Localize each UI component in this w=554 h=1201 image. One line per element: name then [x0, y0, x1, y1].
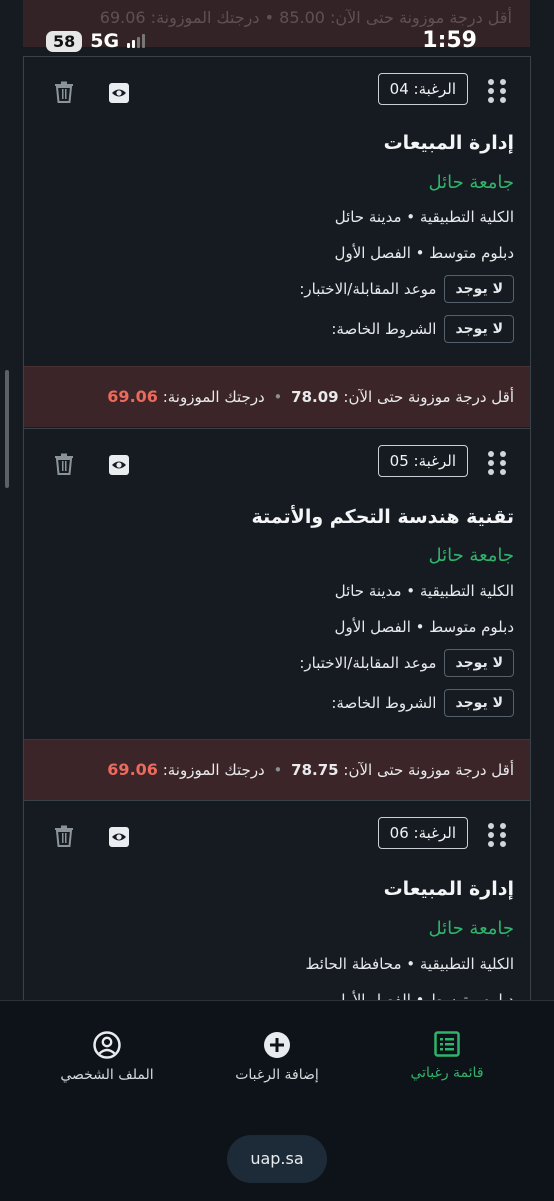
interview-field: موعد المقابلة/الاختبار: لا يوجد [299, 275, 514, 303]
nav-my-preferences[interactable]: قائمة رغباتي [367, 1031, 527, 1081]
preference-card: الرغبة: 04 إدارة المبيعات جامعة حائل الك… [23, 56, 531, 430]
drag-handle-icon[interactable] [488, 823, 506, 847]
interview-label: موعد المقابلة/الاختبار: [299, 280, 437, 298]
network-type: 5G [90, 30, 120, 52]
nav-profile[interactable]: الملف الشخصي [27, 1031, 187, 1083]
conditions-label: الشروط الخاصة: [331, 320, 437, 338]
conditions-field: الشروط الخاصة: لا يوجد [331, 315, 514, 343]
interview-value: لا يوجد [444, 649, 514, 677]
your-score-label: درجتك الموزونة: [162, 761, 265, 779]
degree-semester: دبلوم متوسط • الفصل الأول [334, 618, 514, 636]
degree-semester: دبلوم متوسط • الفصل الأول [334, 244, 514, 262]
battery-indicator: 58 [46, 30, 83, 52]
delete-icon[interactable] [54, 825, 74, 847]
view-icon[interactable] [108, 454, 130, 476]
university-name: جامعة حائل [428, 172, 514, 193]
program-title: إدارة المبيعات [383, 878, 514, 900]
college-location: الكلية التطبيقية • مدينة حائل [334, 208, 514, 226]
min-score-value: 78.09 [291, 388, 339, 406]
drag-handle-icon[interactable] [488, 451, 506, 475]
nav-label: قائمة رغباتي [410, 1065, 484, 1081]
delete-icon[interactable] [54, 453, 74, 475]
view-icon[interactable] [108, 826, 130, 848]
preference-number: الرغبة: 05 [377, 445, 468, 477]
preference-number: الرغبة: 06 [377, 817, 468, 849]
your-score-value: 69.06 [107, 760, 158, 779]
score-bar: أقل درجة موزونة حتى الآن: 78.75 • درجتك … [24, 739, 530, 800]
min-score-label: أقل درجة موزونة حتى الآن: [343, 761, 514, 779]
score-text: أقل درجة موزونة حتى الآن: 78.09 • درجتك … [107, 387, 514, 406]
min-score-value: 78.75 [291, 761, 339, 779]
signal-icon [127, 34, 146, 48]
preference-card: الرغبة: 05 تقنية هندسة التحكم والأتمتة ج… [23, 428, 531, 802]
program-title: إدارة المبيعات [383, 132, 514, 154]
college-location: الكلية التطبيقية • محافظة الحائط [305, 955, 514, 973]
college-location: الكلية التطبيقية • مدينة حائل [334, 582, 514, 600]
user-circle-icon [27, 1031, 187, 1059]
score-bar: أقل درجة موزونة حتى الآن: 78.09 • درجتك … [24, 366, 530, 427]
your-score-label: درجتك الموزونة: [162, 388, 265, 406]
bottom-navigation: قائمة رغباتي إضافة الرغبات الملف الشخصي … [0, 1000, 554, 1201]
preference-number: الرغبة: 04 [377, 73, 468, 105]
status-bar: 58 5G 1:59 [0, 0, 554, 60]
interview-field: موعد المقابلة/الاختبار: لا يوجد [299, 649, 514, 677]
nav-label: إضافة الرغبات [235, 1067, 319, 1083]
conditions-value: لا يوجد [444, 689, 514, 717]
your-score-value: 69.06 [107, 387, 158, 406]
scrollbar[interactable] [5, 370, 9, 488]
program-title: تقنية هندسة التحكم والأتمتة [251, 506, 514, 528]
conditions-value: لا يوجد [444, 315, 514, 343]
university-name: جامعة حائل [428, 545, 514, 566]
interview-label: موعد المقابلة/الاختبار: [299, 654, 437, 672]
nav-label: الملف الشخصي [60, 1067, 154, 1083]
delete-icon[interactable] [54, 81, 74, 103]
conditions-field: الشروط الخاصة: لا يوجد [331, 689, 514, 717]
url-bar[interactable]: uap.sa [227, 1135, 327, 1183]
min-score-label: أقل درجة موزونة حتى الآن: [343, 388, 514, 406]
clock: 1:59 [422, 28, 477, 53]
university-name: جامعة حائل [428, 918, 514, 939]
view-icon[interactable] [108, 82, 130, 104]
conditions-label: الشروط الخاصة: [331, 694, 437, 712]
interview-value: لا يوجد [444, 275, 514, 303]
drag-handle-icon[interactable] [488, 79, 506, 103]
plus-circle-icon [197, 1031, 357, 1059]
list-icon [367, 1031, 527, 1057]
nav-add-preferences[interactable]: إضافة الرغبات [197, 1031, 357, 1083]
score-text: أقل درجة موزونة حتى الآن: 78.75 • درجتك … [107, 760, 514, 779]
